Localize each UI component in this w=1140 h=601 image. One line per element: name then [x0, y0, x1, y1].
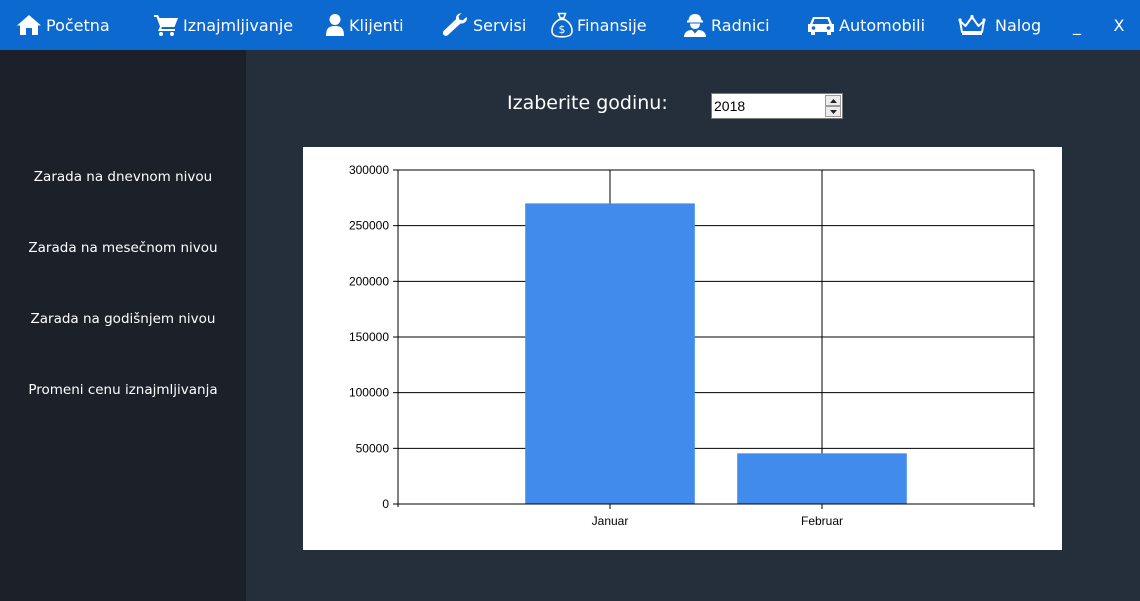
year-increment-button[interactable] — [825, 95, 841, 106]
nav-item-label: Nalog — [995, 15, 1042, 35]
y-tick-label: 250000 — [349, 219, 389, 233]
crown-icon — [958, 14, 986, 35]
monthly-earnings-chart: 0 50000 100000 150000 200000 250000 300000 Janu… — [303, 147, 1062, 550]
y-tick-label: 300000 — [349, 163, 389, 177]
y-tick-label: 0 — [382, 497, 389, 511]
sidebar-item-change-rental-price[interactable]: Promeni cenu iznajmljivanja — [0, 382, 246, 398]
cart-icon — [154, 15, 178, 36]
nav-item-klijenti[interactable]: Klijenti — [325, 0, 404, 50]
nav-item-nalog[interactable]: Nalog — [957, 0, 1041, 50]
main-panel: Izaberite godinu: 0 50000 100000 150000 2000… — [246, 50, 1140, 601]
svg-text:$: $ — [559, 23, 566, 36]
sidebar-item-daily-earnings[interactable]: Zarada na dnevnom nivou — [0, 169, 246, 185]
year-decrement-button[interactable] — [825, 106, 841, 117]
nav-item-pocetna[interactable]: Početna — [16, 0, 110, 50]
nav-item-label: Servisi — [473, 15, 527, 35]
sidebar-item-monthly-earnings[interactable]: Zarada na mesečnom nivou — [0, 240, 246, 256]
car-icon — [808, 17, 834, 35]
nav-item-label: Klijenti — [349, 15, 404, 35]
caret-down-icon — [829, 109, 837, 114]
top-navbar: Početna Iznajmljivanje Klijenti Servisi … — [0, 0, 1140, 50]
home-icon — [17, 15, 41, 35]
year-label: Izaberite godinu: — [507, 92, 668, 114]
y-tick-label: 50000 — [356, 441, 390, 455]
nav-item-label: Automobili — [839, 15, 926, 35]
bar-chart: 0 50000 100000 150000 200000 250000 300000 Janu… — [349, 163, 1035, 528]
nav-item-iznajmljivanje[interactable]: Iznajmljivanje — [153, 0, 293, 50]
x-tick-label: Januar — [592, 514, 629, 528]
year-spinner — [711, 93, 843, 119]
wrench-icon — [442, 13, 467, 36]
minimize-button[interactable]: _ — [1065, 0, 1089, 50]
user-icon — [326, 14, 344, 36]
y-tick-label: 200000 — [349, 274, 389, 288]
worker-icon — [684, 14, 706, 37]
nav-item-radnici[interactable]: Radnici — [683, 0, 770, 50]
y-tick-label: 150000 — [349, 330, 389, 344]
year-input[interactable] — [713, 95, 823, 117]
nav-item-servisi[interactable]: Servisi — [441, 0, 526, 50]
x-tick-label: Februar — [801, 514, 843, 528]
nav-item-finansije[interactable]: $ Finansije — [551, 0, 647, 50]
sidebar: Zarada na dnevnom nivou Zarada na mesečn… — [0, 50, 246, 601]
bar-januar — [525, 203, 695, 504]
caret-up-icon — [829, 98, 837, 103]
y-tick-label: 100000 — [349, 386, 389, 400]
money-bag-icon: $ — [551, 12, 573, 38]
close-button[interactable]: X — [1107, 0, 1131, 50]
nav-item-label: Finansije — [577, 15, 647, 35]
nav-item-label: Početna — [46, 15, 110, 35]
sidebar-item-yearly-earnings[interactable]: Zarada na godišnjem nivou — [0, 311, 246, 327]
nav-item-automobili[interactable]: Automobili — [807, 0, 925, 50]
nav-item-label: Iznajmljivanje — [183, 15, 294, 35]
nav-item-label: Radnici — [711, 15, 770, 35]
bar-februar — [737, 453, 907, 504]
